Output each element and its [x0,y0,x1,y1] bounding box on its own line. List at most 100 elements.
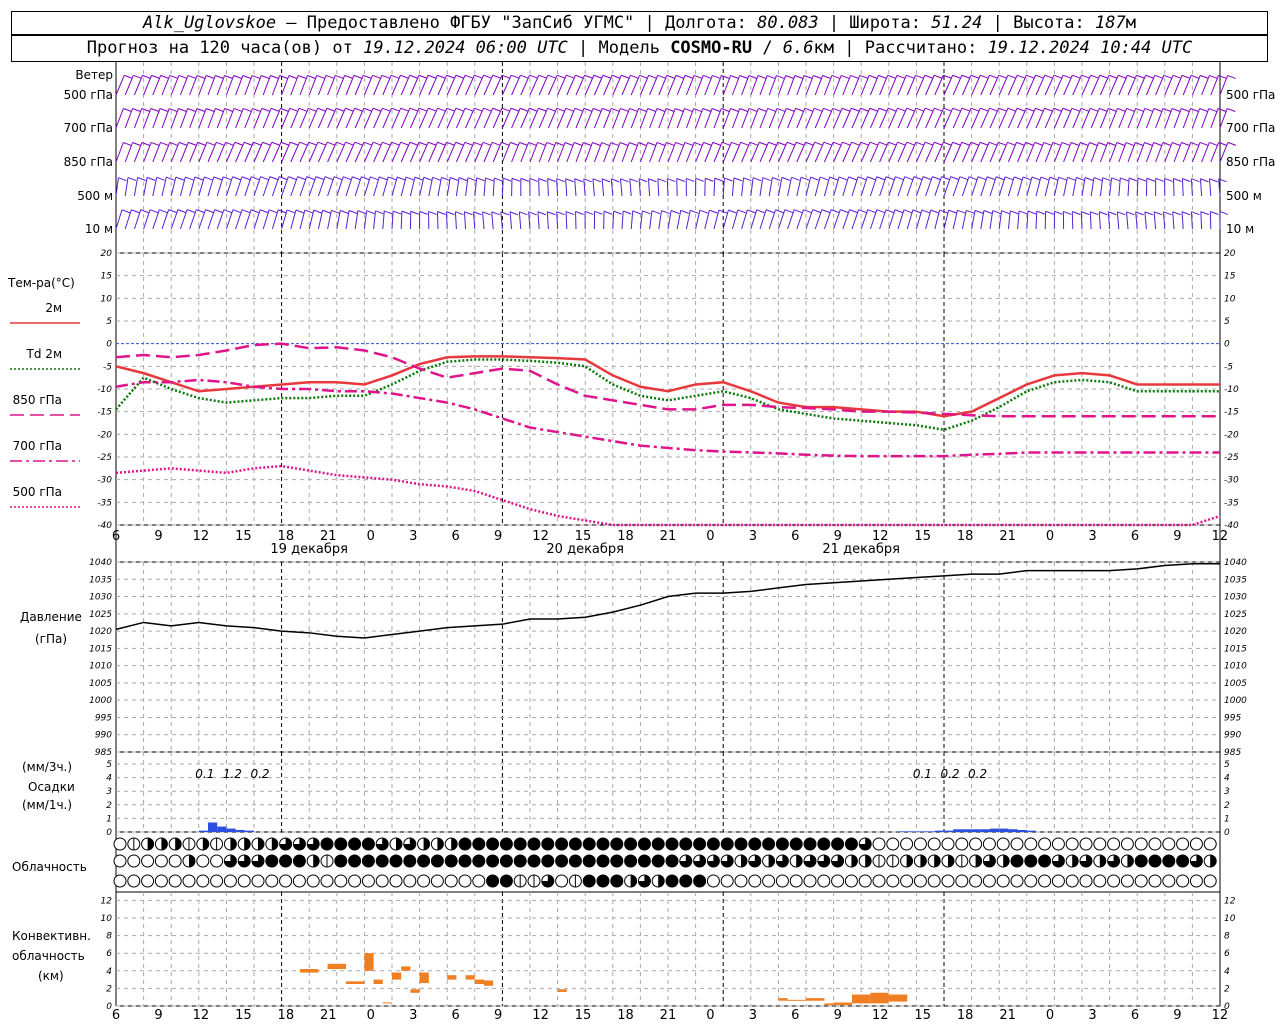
wind-barb-feather [234,141,243,146]
wind-barb [906,141,925,163]
cloud-fill [630,875,637,887]
wind-barb-shaft [759,142,769,163]
x-tick-label-bottom: 18 [957,1008,974,1023]
conv-tick-left: 4 [106,967,112,977]
wind-barb [446,141,464,163]
cloud-symbol [789,874,803,888]
cloud-fill [500,855,513,867]
wind-barb-shaft [216,75,225,96]
wind-barb-shaft [437,108,448,129]
wind-barb-shaft [934,75,944,96]
wind-barb-shaft [161,75,171,96]
cloud-symbol [817,854,831,868]
cloud-symbol [1010,837,1024,851]
wind-barb-feather [574,178,583,183]
wind-barb-feather [656,108,666,112]
wind-barb-feather [414,176,424,181]
cloud-circle [334,874,348,888]
wind-barb-shaft [1007,108,1018,129]
wind-level-label-right: 500 м [1226,189,1262,203]
wind-barb-feather [1036,210,1045,215]
cloud-symbol [610,837,624,851]
wind-barb-shaft [547,142,557,163]
wind-barb-feather [966,209,975,214]
wind-barb-shaft [593,75,604,96]
wind-barb [1062,210,1072,230]
cloud-circle [927,837,941,851]
wind-barb [382,141,400,163]
wind-barb-feather [304,209,314,214]
cloud-symbol [913,874,927,888]
wind-barb-shaft [1173,142,1182,163]
cloud-symbol [1176,854,1190,868]
cloud-fill [597,855,609,867]
wind-barb-shaft [639,142,649,163]
wind-barb-shaft [796,108,806,129]
wind-barb-feather [1072,211,1081,215]
wind-barb-feather [214,209,223,214]
wind-barb-shaft [814,209,823,230]
wind-barb-shaft [649,142,658,163]
cloud-symbol [1010,854,1024,868]
cloud-symbol [527,837,541,851]
wind-barb-shaft [777,142,788,163]
cloud-symbol [320,874,334,888]
wind-barb-feather [141,142,151,146]
cloud-symbol [679,854,693,868]
wind-barb [501,107,520,129]
wind-barb-feather [998,107,1007,112]
wind-barb-feather [648,178,657,183]
cloud-circle [1038,837,1052,851]
cloud-circle [1079,874,1093,888]
wind-barb-shaft [225,209,234,230]
wind-barb [500,211,510,230]
wind-barb-shaft [603,75,613,96]
wind-barb-feather [298,75,307,79]
wind-barb-feather [409,141,419,146]
cloud-symbol [1203,874,1217,888]
wind-barb [1200,211,1210,230]
pressure-tick-right: 995 [1224,713,1241,723]
wind-barb-feather [510,107,520,112]
cloud-symbol [748,837,762,851]
cloud-fill [423,838,430,850]
wind-barb-shaft [454,211,457,230]
x-tick-label-bottom: 3 [409,1008,417,1023]
wind-barb-feather [467,177,477,182]
wind-barb-shaft [666,178,669,197]
wind-barb-shaft [639,108,649,129]
wind-barb-feather [1004,176,1014,181]
wind-barb-shaft [888,142,899,163]
wind-barb-feather [888,107,897,112]
wind-barb [1199,178,1209,197]
x-tick-label-bottom: 0 [1046,1008,1054,1023]
wind-barb [584,210,594,230]
wind-barb [741,177,752,197]
wind-barb-feather [363,107,373,112]
cloud-circle [1176,874,1190,888]
wind-barb-shaft [1053,108,1064,129]
wind-barb-feather [897,141,906,146]
wind-barb-shaft [1081,142,1090,163]
wind-barb-shaft [888,176,896,197]
cloud-symbol [361,854,375,868]
wind-barb-feather [232,176,241,181]
wind-barb-feather [822,75,831,79]
wind-barb [1017,210,1028,230]
wind-barb-shaft [629,178,632,197]
wind-barb-shaft [925,142,935,163]
wind-barb-feather [849,209,858,214]
cloud-symbol [168,837,182,851]
wind-barb-feather [915,74,924,79]
cloud-symbol [900,837,914,851]
wind-barb-shaft [1172,178,1175,197]
wind-barb-shaft [667,75,677,96]
cloud-symbol [182,854,196,868]
wind-barb-shaft [546,211,549,230]
wind-barb-shaft [538,108,549,129]
wind-barb-feather [906,141,915,146]
wind-barb-feather [361,176,370,181]
cloud-symbol [568,837,582,851]
wind-barb-shaft [1071,211,1074,230]
wind-barb-feather [132,108,141,112]
